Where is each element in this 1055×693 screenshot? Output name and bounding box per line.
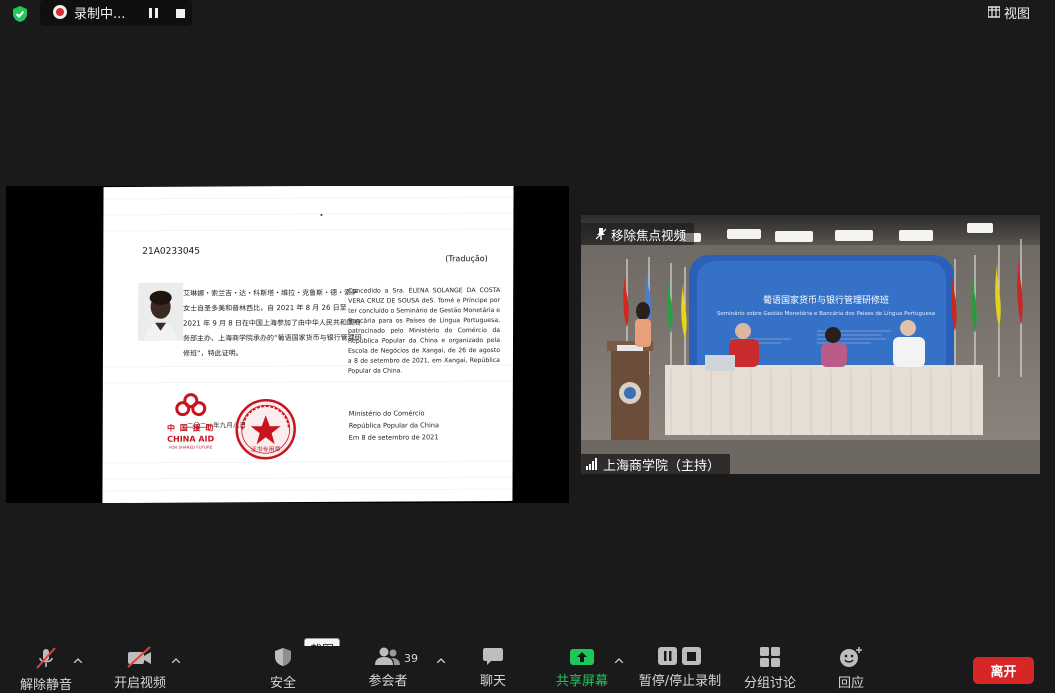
breakout-rooms-button[interactable]: 分组讨论	[740, 646, 800, 691]
breakout-rooms-label: 分组讨论	[743, 676, 796, 691]
share-screen-label: 共享屏幕	[555, 674, 608, 689]
chat-button[interactable]: 聊天	[475, 646, 511, 689]
meeting-toolbar: 解除静音 开启视频 安全 参会者 39 聊天 共享屏幕 暂停/停止录制 分组讨论…	[0, 646, 1055, 693]
view-label: 视图	[1004, 6, 1031, 22]
certificate-ministry-block: Ministério do Comércio República Popular…	[349, 407, 439, 443]
chat-label: 聊天	[479, 674, 506, 689]
start-video-label: 开启视频	[113, 676, 166, 691]
ministry-line-1: Ministério do Comércio	[348, 409, 425, 418]
reaction-smiley-icon	[840, 647, 862, 667]
participants-options-caret-icon[interactable]	[436, 656, 446, 664]
remove-focus-video-button[interactable]: 移除焦点视频	[581, 223, 695, 245]
participant-name: 上海商学院（主持）	[603, 458, 721, 474]
audio-options-caret-icon[interactable]	[73, 656, 83, 664]
pause-stop-recording-button[interactable]: 暂停/停止录制	[636, 646, 724, 689]
pin-icon	[595, 228, 607, 240]
share-options-caret-icon[interactable]	[614, 656, 624, 664]
stop-recording-icon[interactable]	[173, 6, 187, 20]
certificate-chinese-text: 艾琳娜・索兰吉・达・科斯塔・维拉・克鲁斯・德・索萨女士自圣多美和普林西比，自 2…	[182, 288, 362, 358]
signal-strength-icon	[586, 458, 597, 470]
china-aid-english: CHINA AID	[167, 434, 215, 444]
grid-view-icon	[987, 3, 1001, 22]
pause-stop-recording-icon	[658, 647, 701, 665]
view-button[interactable]: 视图	[987, 3, 1048, 22]
security-button[interactable]: 安全	[263, 646, 303, 691]
china-aid-slogan: FOR SHARED FUTURE	[168, 444, 213, 450]
ministry-line-2: República Popular da China	[348, 421, 440, 430]
security-label: 安全	[269, 676, 296, 691]
china-aid-knot-icon	[175, 393, 207, 417]
reactions-button[interactable]: 回应	[834, 646, 868, 691]
start-video-button[interactable]: 开启视频	[110, 646, 170, 691]
certificate-page: 21A0233045 (Tradução) 艾琳娜・索兰吉・达・科斯塔・维拉・克…	[102, 186, 514, 503]
certificate-photo	[138, 282, 184, 341]
video-options-caret-icon[interactable]	[171, 656, 181, 664]
official-seal: 证书专用章	[235, 398, 297, 460]
certificate-serial: 21A0233045	[142, 246, 201, 257]
breakout-rooms-icon	[760, 647, 780, 667]
conference-stage-scene: 葡语国家货币与银行管理研修班 Seminário sobre Gestão Mo…	[581, 215, 1040, 474]
leave-button[interactable]: 离开	[973, 657, 1034, 684]
shield-icon	[275, 648, 291, 666]
share-screen-button[interactable]: 共享屏幕	[554, 646, 610, 689]
participants-count: 39	[404, 652, 418, 665]
pause-stop-recording-label: 暂停/停止录制	[638, 674, 722, 689]
seal-caption: 证书专用章	[251, 445, 281, 453]
speaker-video-tile[interactable]: 葡语国家货币与银行管理研修班 Seminário sobre Gestão Mo…	[581, 215, 1040, 474]
recording-dot-icon	[53, 5, 67, 19]
share-screen-arrow-icon	[570, 649, 594, 665]
participants-label: 参会者	[368, 674, 408, 689]
pause-recording-icon[interactable]	[146, 6, 160, 20]
stage-banner-title: 葡语国家货币与银行管理研修班	[763, 294, 889, 306]
chat-bubble-icon	[483, 648, 503, 665]
unmute-label: 解除静音	[19, 678, 72, 693]
remove-focus-video-label: 移除焦点视频	[611, 227, 687, 243]
reactions-label: 回应	[837, 676, 864, 691]
participant-name-tag: 上海商学院（主持）	[581, 454, 731, 474]
translation-tag: (Tradução)	[445, 254, 488, 264]
video-camera-off-icon	[127, 646, 151, 668]
stage-banner-subtitle: Seminário sobre Gestão Monetária e Bancá…	[717, 310, 935, 317]
participants-icon	[375, 647, 400, 665]
certificate-portuguese-text: Concedido a Sra. ÉLENA SOLANGE DA COSTA …	[347, 286, 501, 375]
recording-status: 录制中...	[74, 7, 126, 22]
shared-screen-tile[interactable]: 21A0233045 (Tradução) 艾琳娜・索兰吉・达・科斯塔・维拉・克…	[6, 186, 569, 503]
microphone-muted-icon	[36, 647, 56, 669]
ministry-date: Em 8 de setembro de 2021	[348, 433, 439, 442]
unmute-button[interactable]: 解除静音	[18, 646, 74, 693]
security-shield-icon[interactable]	[8, 2, 32, 26]
